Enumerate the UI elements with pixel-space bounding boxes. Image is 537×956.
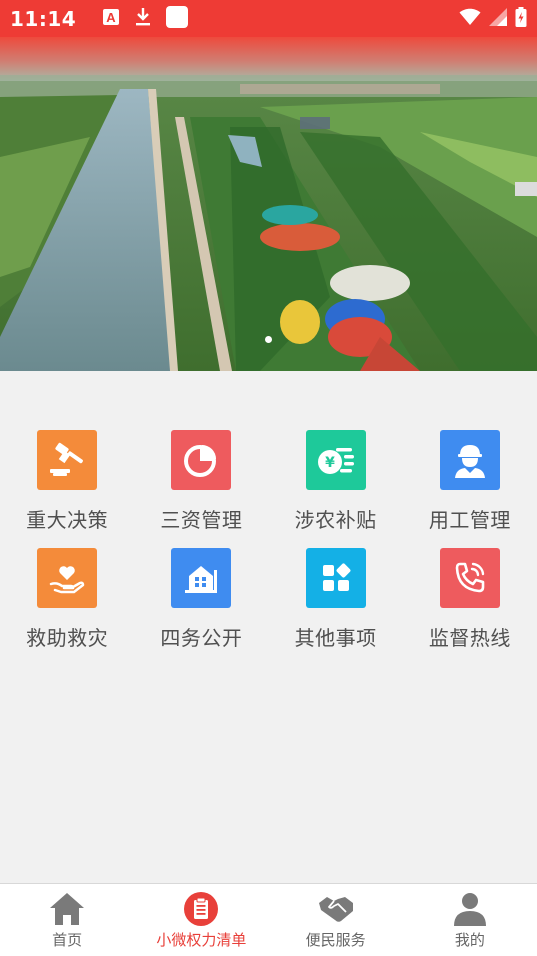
menu-item-other-matters[interactable]: 其他事项: [269, 548, 403, 666]
status-time: 11:14: [10, 6, 77, 31]
banner-dot-active[interactable]: [265, 336, 272, 343]
nav-label: 首页: [52, 931, 83, 949]
nav-label: 小微权力清单: [156, 931, 247, 949]
service-menu-grid: 重大决策 三资管理 ¥ 涉农补贴 用工管理 救助救灾 四务公开 其他事项 监督热…: [0, 430, 537, 666]
coins-icon: ¥: [305, 430, 366, 490]
banner-image: [0, 37, 537, 371]
status-bar: 11:14 A: [0, 0, 537, 37]
menu-label: 用工管理: [428, 508, 511, 532]
bottom-nav: 首页 小微权力清单 便民服务 我的: [0, 883, 537, 956]
nav-power-list[interactable]: 小微权力清单: [134, 884, 268, 956]
text-a-icon: A: [102, 8, 120, 30]
menu-label: 其他事项: [294, 626, 377, 650]
banner-pagination: [0, 336, 537, 343]
menu-label: 三资管理: [160, 508, 243, 532]
menu-label: 涉农补贴: [294, 508, 377, 532]
menu-item-supervision-hotline[interactable]: 监督热线: [403, 548, 537, 666]
svg-text:A: A: [106, 10, 116, 25]
worker-icon: [439, 430, 500, 490]
wifi-icon: [459, 8, 481, 30]
heart-hand-icon: [37, 548, 98, 608]
app-square-icon: [166, 5, 189, 32]
nav-label: 便民服务: [305, 931, 366, 949]
building-icon: [171, 548, 232, 608]
battery-charging-icon: [515, 6, 527, 31]
menu-label: 监督热线: [428, 626, 511, 650]
download-icon: [134, 7, 152, 31]
gavel-icon: [37, 430, 98, 490]
status-system-icons: [459, 6, 527, 31]
menu-label: 重大决策: [26, 508, 109, 532]
nav-label: 我的: [454, 931, 485, 949]
menu-item-four-affairs[interactable]: 四务公开: [134, 548, 268, 666]
menu-label: 四务公开: [160, 626, 243, 650]
menu-item-relief-aid[interactable]: 救助救灾: [0, 548, 134, 666]
nav-profile[interactable]: 我的: [403, 884, 537, 956]
menu-item-three-assets[interactable]: 三资管理: [134, 430, 268, 548]
nav-convenience-services[interactable]: 便民服务: [269, 884, 403, 956]
svg-text:¥: ¥: [325, 455, 335, 471]
nav-home[interactable]: 首页: [0, 884, 134, 956]
status-notification-icons: A: [102, 5, 189, 32]
menu-item-major-decisions[interactable]: 重大决策: [0, 430, 134, 548]
user-icon: [451, 891, 489, 927]
menu-label: 救助救灾: [26, 626, 109, 650]
handshake-icon: [317, 891, 355, 927]
clipboard-list-icon: [182, 891, 220, 927]
home-icon: [48, 891, 86, 927]
menu-item-labor-management[interactable]: 用工管理: [403, 430, 537, 548]
phone-call-icon: [439, 548, 500, 608]
pie-chart-icon: [171, 430, 232, 490]
menu-item-farm-subsidy[interactable]: ¥ 涉农补贴: [269, 430, 403, 548]
signal-icon: [489, 7, 507, 30]
banner-carousel[interactable]: [0, 37, 537, 371]
apps-grid-icon: [305, 548, 366, 608]
